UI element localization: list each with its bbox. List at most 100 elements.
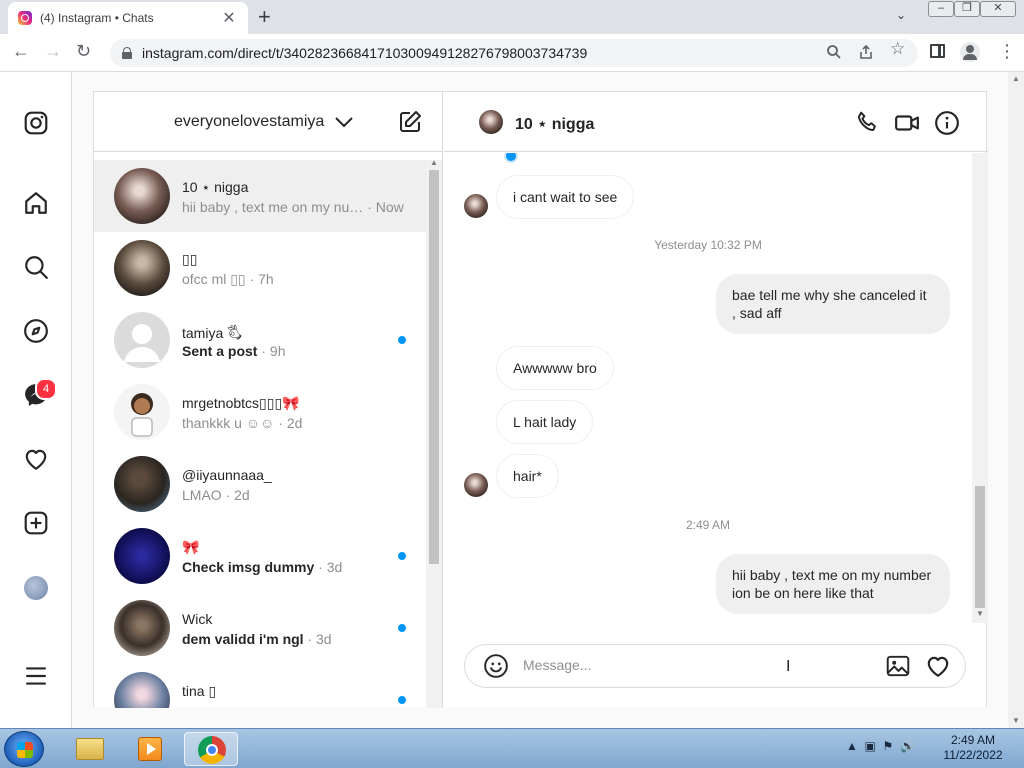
video-call-icon[interactable] — [894, 110, 920, 136]
thread-list: 10 ⋆ nigga hii baby , text me on my nu… … — [94, 160, 426, 708]
phone-icon[interactable] — [854, 110, 880, 136]
side-panel-icon[interactable] — [930, 44, 945, 58]
unread-dot — [398, 336, 406, 344]
address-bar[interactable]: instagram.com/direct/t/34028236684171030… — [110, 39, 918, 67]
start-button[interactable] — [4, 731, 44, 767]
message-scrollbar[interactable]: ▼ — [972, 153, 988, 623]
browser-tab[interactable]: (4) Instagram • Chats ✕ — [8, 2, 248, 34]
chevron-down-icon[interactable] — [334, 112, 354, 132]
chrome-app[interactable] — [184, 732, 238, 766]
restore-button[interactable]: ❐ — [954, 1, 980, 17]
profile-icon[interactable] — [960, 42, 980, 62]
message-avatar — [464, 473, 488, 497]
conversation-pane: 10 ⋆ nigga i cant wait to see Yesterday … — [444, 92, 988, 708]
browser-menu-icon[interactable]: ⋮ — [998, 42, 1016, 60]
folder-icon — [76, 738, 104, 760]
explore-icon[interactable] — [22, 317, 50, 345]
message-bubble-outgoing[interactable]: hii baby , text me on my number ion be o… — [716, 554, 950, 614]
browser-tabbar: (4) Instagram • Chats ✕ + ⌄ – ❐ ✕ — [0, 0, 1024, 34]
share-icon[interactable] — [858, 44, 874, 60]
thread-item[interactable]: 10 ⋆ nigga hii baby , text me on my nu… … — [94, 160, 426, 232]
thread-pane: everyonelovestamiya 10 ⋆ nigga hii baby … — [94, 92, 443, 708]
message-bubble-incoming[interactable]: L hait lady — [496, 400, 594, 444]
create-icon[interactable] — [22, 509, 50, 537]
text-cursor-icon: I — [786, 658, 791, 675]
page-scrollbar[interactable]: ▲ ▼ — [1008, 72, 1024, 728]
emoji-icon[interactable] — [483, 653, 509, 679]
instagram-favicon-icon — [18, 11, 32, 25]
thread-header: everyonelovestamiya — [94, 92, 442, 152]
thread-item[interactable]: 🎀 Check imsg dummy · 3d — [94, 520, 426, 592]
message-timestamp: 2:49 AM — [685, 518, 731, 532]
info-icon[interactable] — [934, 110, 960, 136]
like-heart-icon[interactable] — [925, 653, 951, 679]
thread-item[interactable]: mrgetnobtcs▯▯▯🎀 thankkk u ☺☺ · 2d — [94, 376, 426, 448]
message-bubble-incoming[interactable]: Awwwww bro — [496, 346, 614, 390]
thread-item[interactable]: ▯▯ ofcc ml ▯▯ · 7h — [94, 232, 426, 304]
thread-item[interactable]: Wick dem validd i'm ngl · 3d — [94, 592, 426, 664]
tab-search-icon[interactable]: ⌄ — [896, 8, 906, 22]
menu-icon[interactable] — [22, 662, 50, 690]
new-tab-button[interactable]: + — [258, 4, 271, 30]
conversation-avatar[interactable] — [479, 110, 503, 134]
thread-item[interactable]: @iiyaunnaaa_ LMAO · 2d — [94, 448, 426, 520]
scrollbar-thumb[interactable] — [975, 486, 985, 608]
thread-avatar-default — [114, 312, 170, 368]
minimize-button[interactable]: – — [928, 1, 954, 17]
close-window-button[interactable]: ✕ — [980, 1, 1016, 17]
taskbar-clock[interactable]: 2:49 AM 11/22/2022 — [940, 733, 1006, 763]
chrome-icon — [198, 736, 226, 764]
thread-name: @iiyaunnaaa_ — [182, 467, 272, 483]
system-tray-icons[interactable]: ▲ ▣ ⚑ 🔊 — [846, 739, 915, 753]
media-player-icon — [138, 737, 162, 761]
clock-date: 11/22/2022 — [943, 748, 1003, 762]
search-icon[interactable] — [22, 253, 50, 281]
back-icon[interactable]: ← — [12, 41, 30, 62]
thread-item[interactable]: tamiya 🖏 Sent a post · 9h — [94, 304, 426, 376]
message-avatar — [464, 194, 488, 218]
thread-name: Wick — [182, 611, 213, 627]
thread-preview: hii baby , text me on my nu… · Now — [182, 199, 404, 215]
message-bubble-outgoing[interactable]: bae tell me why she canceled it , sad af… — [716, 274, 950, 334]
url-text: instagram.com/direct/t/34028236684171030… — [142, 45, 588, 61]
bookmark-star-icon[interactable]: ☆ — [890, 39, 905, 59]
home-icon[interactable] — [22, 189, 50, 217]
thread-avatar — [114, 600, 170, 656]
thread-item[interactable]: tina ▯ — [94, 664, 426, 708]
message-bubble-incoming[interactable]: i cant wait to see — [496, 175, 635, 219]
scrollbar-thumb[interactable] — [429, 170, 439, 564]
thread-avatar — [114, 240, 170, 296]
lock-icon — [122, 47, 132, 59]
seen-indicator-icon — [504, 153, 518, 163]
thread-name: tina ▯ — [182, 683, 217, 699]
conversation-title[interactable]: 10 ⋆ nigga — [515, 114, 594, 134]
file-explorer-app[interactable] — [62, 732, 116, 766]
zoom-search-icon[interactable] — [826, 44, 842, 60]
message-timestamp: Yesterday 10:32 PM — [654, 238, 762, 252]
message-input[interactable] — [523, 657, 853, 673]
thread-list-scrollbar[interactable]: ▲ — [426, 158, 442, 708]
media-player-app[interactable] — [122, 732, 176, 766]
conversation-header: 10 ⋆ nigga — [444, 92, 988, 152]
image-upload-icon[interactable] — [885, 653, 911, 679]
thread-name: 🎀 — [182, 539, 200, 555]
message-bubble-incoming[interactable]: hair* — [496, 454, 559, 498]
thread-preview: thankkk u ☺☺ · 2d — [182, 415, 303, 431]
avatar[interactable] — [24, 576, 48, 600]
ig-sidebar: 4 — [0, 72, 72, 728]
close-tab-icon[interactable]: ✕ — [220, 8, 238, 28]
instagram-icon[interactable] — [22, 109, 50, 137]
heart-icon[interactable] — [22, 445, 50, 473]
account-username[interactable]: everyonelovestamiya — [174, 113, 324, 131]
thread-name: mrgetnobtcs▯▯▯🎀 — [182, 395, 300, 411]
forward-icon[interactable]: → — [44, 41, 62, 62]
reload-icon[interactable]: ↻ — [76, 41, 91, 62]
new-message-icon[interactable] — [398, 110, 422, 134]
thread-name: 10 ⋆ nigga — [182, 179, 249, 195]
thread-avatar — [114, 384, 170, 440]
thread-avatar — [114, 456, 170, 512]
tab-title: (4) Instagram • Chats — [40, 11, 154, 25]
message-composer — [464, 644, 966, 688]
thread-avatar — [114, 528, 170, 584]
message-list: i cant wait to see Yesterday 10:32 PM ba… — [444, 153, 972, 623]
